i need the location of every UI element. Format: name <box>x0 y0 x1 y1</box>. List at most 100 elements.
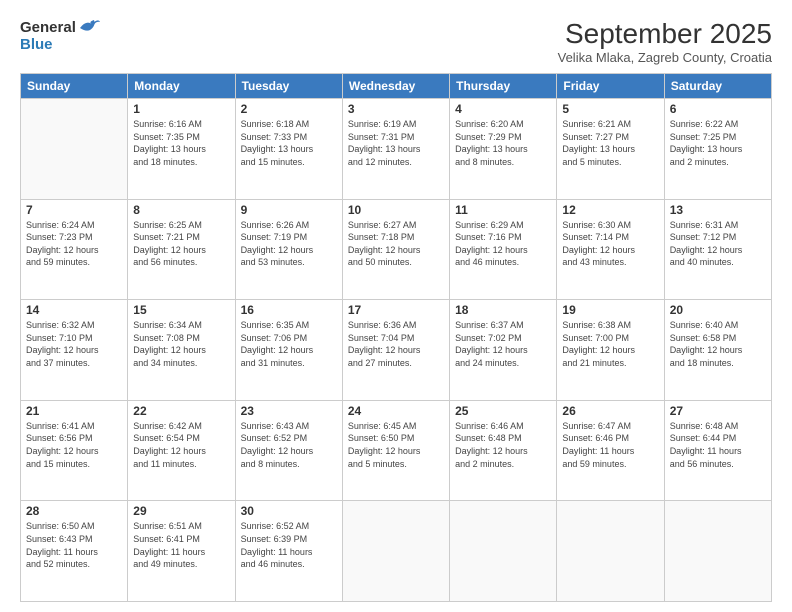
day-info: Sunrise: 6:24 AM Sunset: 7:23 PM Dayligh… <box>26 219 122 269</box>
day-number: 28 <box>26 504 122 518</box>
day-number: 30 <box>241 504 337 518</box>
day-info: Sunrise: 6:36 AM Sunset: 7:04 PM Dayligh… <box>348 319 444 369</box>
day-number: 29 <box>133 504 229 518</box>
subtitle: Velika Mlaka, Zagreb County, Croatia <box>558 50 772 65</box>
day-number: 12 <box>562 203 658 217</box>
calendar-page: General Blue September 2025 Velika Mlaka… <box>0 0 792 612</box>
table-row: 7 Sunrise: 6:24 AM Sunset: 7:23 PM Daylig… <box>21 199 128 300</box>
day-info: Sunrise: 6:25 AM Sunset: 7:21 PM Dayligh… <box>133 219 229 269</box>
table-row: 16 Sunrise: 6:35 AM Sunset: 7:06 PM Dayli… <box>235 300 342 401</box>
day-number: 9 <box>241 203 337 217</box>
header-saturday: Saturday <box>664 74 771 99</box>
day-info: Sunrise: 6:21 AM Sunset: 7:27 PM Dayligh… <box>562 118 658 168</box>
table-row: 5 Sunrise: 6:21 AM Sunset: 7:27 PM Daylig… <box>557 99 664 200</box>
table-row: 12 Sunrise: 6:30 AM Sunset: 7:14 PM Dayli… <box>557 199 664 300</box>
day-number: 5 <box>562 102 658 116</box>
logo-blue-text: Blue <box>20 36 100 53</box>
day-info: Sunrise: 6:27 AM Sunset: 7:18 PM Dayligh… <box>348 219 444 269</box>
month-title: September 2025 <box>558 18 772 50</box>
day-number: 6 <box>670 102 766 116</box>
table-row: 1 Sunrise: 6:16 AM Sunset: 7:35 PM Daylig… <box>128 99 235 200</box>
day-number: 20 <box>670 303 766 317</box>
day-number: 14 <box>26 303 122 317</box>
calendar-week-row: 21 Sunrise: 6:41 AM Sunset: 6:56 PM Dayli… <box>21 400 772 501</box>
table-row: 30 Sunrise: 6:52 AM Sunset: 6:39 PM Dayli… <box>235 501 342 602</box>
day-number: 26 <box>562 404 658 418</box>
day-number: 24 <box>348 404 444 418</box>
header-wednesday: Wednesday <box>342 74 449 99</box>
day-number: 16 <box>241 303 337 317</box>
table-row: 10Sunrise: 6:27 AM Sunset: 7:18 PM Dayli… <box>342 199 449 300</box>
day-info: Sunrise: 6:52 AM Sunset: 6:39 PM Dayligh… <box>241 520 337 570</box>
table-row: 24 Sunrise: 6:45 AM Sunset: 6:50 PM Dayli… <box>342 400 449 501</box>
day-info: Sunrise: 6:18 AM Sunset: 7:33 PM Dayligh… <box>241 118 337 168</box>
day-info: Sunrise: 6:46 AM Sunset: 6:48 PM Dayligh… <box>455 420 551 470</box>
day-info: Sunrise: 6:47 AM Sunset: 6:46 PM Dayligh… <box>562 420 658 470</box>
logo-bird-icon <box>78 18 100 36</box>
table-row: 14 Sunrise: 6:32 AM Sunset: 7:10 PM Dayli… <box>21 300 128 401</box>
day-info: Sunrise: 6:37 AM Sunset: 7:02 PM Dayligh… <box>455 319 551 369</box>
day-info: Sunrise: 6:40 AM Sunset: 6:58 PM Dayligh… <box>670 319 766 369</box>
table-row: 13 Sunrise: 6:31 AM Sunset: 7:12 PM Dayli… <box>664 199 771 300</box>
day-info: Sunrise: 6:35 AM Sunset: 7:06 PM Dayligh… <box>241 319 337 369</box>
day-number: 17 <box>348 303 444 317</box>
table-row: 4 Sunrise: 6:20 AM Sunset: 7:29 PM Daylig… <box>450 99 557 200</box>
table-row: 29 Sunrise: 6:51 AM Sunset: 6:41 PM Dayli… <box>128 501 235 602</box>
table-row: 20 Sunrise: 6:40 AM Sunset: 6:58 PM Dayli… <box>664 300 771 401</box>
table-row: 17 Sunrise: 6:36 AM Sunset: 7:04 PM Dayli… <box>342 300 449 401</box>
day-info: Sunrise: 6:30 AM Sunset: 7:14 PM Dayligh… <box>562 219 658 269</box>
table-row <box>450 501 557 602</box>
calendar-week-row: 14 Sunrise: 6:32 AM Sunset: 7:10 PM Dayli… <box>21 300 772 401</box>
day-info: Sunrise: 6:50 AM Sunset: 6:43 PM Dayligh… <box>26 520 122 570</box>
day-number: 4 <box>455 102 551 116</box>
table-row <box>342 501 449 602</box>
day-number: 3 <box>348 102 444 116</box>
day-number: 18 <box>455 303 551 317</box>
day-number: 11 <box>455 203 551 217</box>
table-row: 8Sunrise: 6:25 AM Sunset: 7:21 PM Daylig… <box>128 199 235 300</box>
table-row: 18 Sunrise: 6:37 AM Sunset: 7:02 PM Dayli… <box>450 300 557 401</box>
day-info: Sunrise: 6:51 AM Sunset: 6:41 PM Dayligh… <box>133 520 229 570</box>
day-number: 13 <box>670 203 766 217</box>
day-info: Sunrise: 6:32 AM Sunset: 7:10 PM Dayligh… <box>26 319 122 369</box>
table-row <box>557 501 664 602</box>
day-info: Sunrise: 6:45 AM Sunset: 6:50 PM Dayligh… <box>348 420 444 470</box>
day-number: 27 <box>670 404 766 418</box>
table-row: 15 Sunrise: 6:34 AM Sunset: 7:08 PM Dayli… <box>128 300 235 401</box>
day-info: Sunrise: 6:16 AM Sunset: 7:35 PM Dayligh… <box>133 118 229 168</box>
day-number: 1 <box>133 102 229 116</box>
header-friday: Friday <box>557 74 664 99</box>
day-number: 15 <box>133 303 229 317</box>
table-row: 27 Sunrise: 6:48 AM Sunset: 6:44 PM Dayli… <box>664 400 771 501</box>
day-info: Sunrise: 6:34 AM Sunset: 7:08 PM Dayligh… <box>133 319 229 369</box>
table-row: 21 Sunrise: 6:41 AM Sunset: 6:56 PM Dayli… <box>21 400 128 501</box>
day-number: 21 <box>26 404 122 418</box>
weekday-header-row: Sunday Monday Tuesday Wednesday Thursday… <box>21 74 772 99</box>
table-row: 26 Sunrise: 6:47 AM Sunset: 6:46 PM Dayli… <box>557 400 664 501</box>
title-section: September 2025 Velika Mlaka, Zagreb Coun… <box>558 18 772 65</box>
day-info: Sunrise: 6:29 AM Sunset: 7:16 PM Dayligh… <box>455 219 551 269</box>
calendar-week-row: 7 Sunrise: 6:24 AM Sunset: 7:23 PM Daylig… <box>21 199 772 300</box>
day-info: Sunrise: 6:38 AM Sunset: 7:00 PM Dayligh… <box>562 319 658 369</box>
table-row: 19Sunrise: 6:38 AM Sunset: 7:00 PM Dayli… <box>557 300 664 401</box>
day-info: Sunrise: 6:20 AM Sunset: 7:29 PM Dayligh… <box>455 118 551 168</box>
header-thursday: Thursday <box>450 74 557 99</box>
day-number: 23 <box>241 404 337 418</box>
day-number: 2 <box>241 102 337 116</box>
day-number: 7 <box>26 203 122 217</box>
day-info: Sunrise: 6:48 AM Sunset: 6:44 PM Dayligh… <box>670 420 766 470</box>
day-info: Sunrise: 6:31 AM Sunset: 7:12 PM Dayligh… <box>670 219 766 269</box>
table-row <box>21 99 128 200</box>
day-info: Sunrise: 6:19 AM Sunset: 7:31 PM Dayligh… <box>348 118 444 168</box>
day-info: Sunrise: 6:43 AM Sunset: 6:52 PM Dayligh… <box>241 420 337 470</box>
header-tuesday: Tuesday <box>235 74 342 99</box>
header-sunday: Sunday <box>21 74 128 99</box>
header-monday: Monday <box>128 74 235 99</box>
day-info: Sunrise: 6:41 AM Sunset: 6:56 PM Dayligh… <box>26 420 122 470</box>
day-info: Sunrise: 6:42 AM Sunset: 6:54 PM Dayligh… <box>133 420 229 470</box>
table-row: 28 Sunrise: 6:50 AM Sunset: 6:43 PM Dayli… <box>21 501 128 602</box>
table-row: 6Sunrise: 6:22 AM Sunset: 7:25 PM Daylig… <box>664 99 771 200</box>
day-number: 22 <box>133 404 229 418</box>
table-row: 9Sunrise: 6:26 AM Sunset: 7:19 PM Daylig… <box>235 199 342 300</box>
day-number: 25 <box>455 404 551 418</box>
